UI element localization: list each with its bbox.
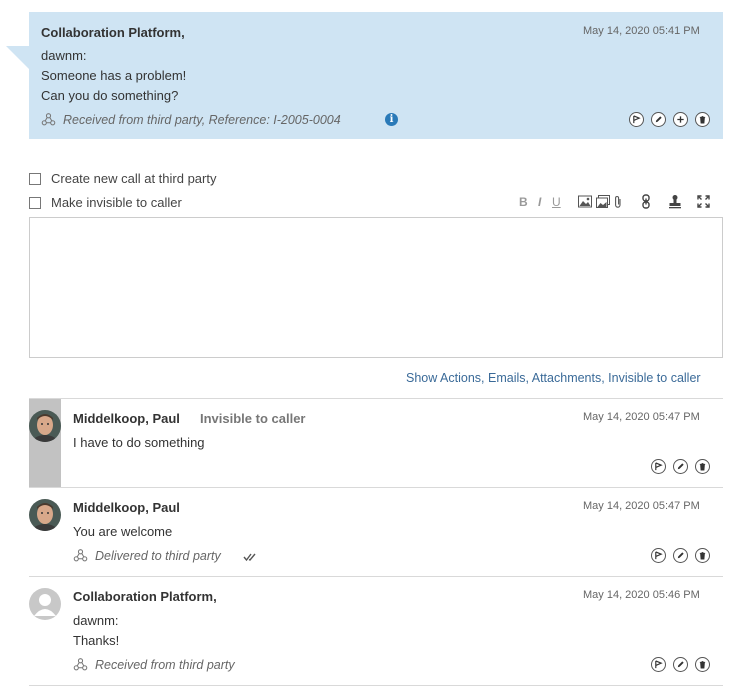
- flag-button[interactable]: [629, 112, 644, 127]
- flag-icon: [633, 115, 641, 124]
- incoming-body: dawnm: Someone has a problem! Can you do…: [41, 48, 187, 103]
- pencil-icon: [677, 661, 684, 668]
- link-icon[interactable]: [641, 194, 651, 212]
- message-sender: Middelkoop, Paul: [73, 411, 180, 426]
- flag-icon: [655, 462, 663, 471]
- message-body: dawnm: Thanks!: [73, 613, 120, 648]
- gallery-icon[interactable]: [596, 195, 610, 211]
- trash-icon: [699, 660, 706, 669]
- bold-button[interactable]: B: [519, 195, 528, 209]
- edit-button[interactable]: [651, 112, 666, 127]
- filter-link[interactable]: Show Actions, Emails, Attachments, Invis…: [406, 371, 701, 385]
- divider: [29, 398, 723, 399]
- message-body: I have to do something: [73, 435, 205, 450]
- stamp-icon[interactable]: [668, 194, 682, 212]
- pencil-icon: [655, 116, 662, 123]
- message-editor[interactable]: [29, 217, 723, 358]
- message-meta: Received from third party: [95, 658, 235, 672]
- trash-icon: [699, 551, 706, 560]
- expand-icon[interactable]: [697, 195, 710, 211]
- italic-button[interactable]: I: [538, 195, 541, 209]
- create-call-checkbox[interactable]: [29, 173, 41, 185]
- trash-icon: [699, 462, 706, 471]
- message-sender: Collaboration Platform,: [73, 589, 217, 604]
- image-icon[interactable]: [578, 195, 592, 211]
- message-date: May 14, 2020 05:46 PM: [583, 589, 700, 601]
- invisible-label[interactable]: Make invisible to caller: [51, 195, 182, 210]
- double-check-icon: [243, 550, 257, 565]
- trash-icon: [699, 115, 706, 124]
- info-icon[interactable]: i: [385, 113, 398, 126]
- plus-icon: [677, 116, 684, 123]
- invisible-checkbox[interactable]: [29, 197, 41, 209]
- flag-button[interactable]: [651, 657, 666, 672]
- edit-button[interactable]: [673, 657, 688, 672]
- invisible-tag: Invisible to caller: [200, 411, 306, 426]
- incoming-meta: Received from third party, Reference: I-…: [63, 113, 341, 127]
- avatar-placeholder: [29, 588, 61, 620]
- divider: [29, 487, 723, 488]
- message-body: You are welcome: [73, 524, 173, 539]
- add-button[interactable]: [673, 112, 688, 127]
- delete-button[interactable]: [695, 548, 710, 563]
- flag-icon: [655, 660, 663, 669]
- pencil-icon: [677, 463, 684, 470]
- flag-button[interactable]: [651, 459, 666, 474]
- message-meta: Delivered to third party: [95, 549, 221, 563]
- delete-button[interactable]: [695, 459, 710, 474]
- edit-button[interactable]: [673, 548, 688, 563]
- create-call-label[interactable]: Create new call at third party: [51, 171, 216, 186]
- third-party-icon: [73, 548, 88, 566]
- paperclip-icon[interactable]: [613, 195, 623, 212]
- pencil-icon: [677, 552, 684, 559]
- incoming-sender: Collaboration Platform,: [41, 25, 185, 40]
- divider: [29, 576, 723, 577]
- edit-button[interactable]: [673, 459, 688, 474]
- delete-button[interactable]: [695, 112, 710, 127]
- bubble-pointer: [6, 46, 29, 69]
- incoming-date: May 14, 2020 05:41 PM: [583, 25, 700, 37]
- underline-button[interactable]: U: [552, 195, 561, 209]
- third-party-icon: [41, 112, 56, 130]
- flag-button[interactable]: [651, 548, 666, 563]
- flag-icon: [655, 551, 663, 560]
- message-date: May 14, 2020 05:47 PM: [583, 411, 700, 423]
- message-date: May 14, 2020 05:47 PM: [583, 500, 700, 512]
- third-party-icon: [73, 657, 88, 675]
- message-sender: Middelkoop, Paul: [73, 500, 180, 515]
- delete-button[interactable]: [695, 657, 710, 672]
- avatar: [29, 410, 61, 442]
- avatar: [29, 499, 61, 531]
- divider: [29, 685, 723, 686]
